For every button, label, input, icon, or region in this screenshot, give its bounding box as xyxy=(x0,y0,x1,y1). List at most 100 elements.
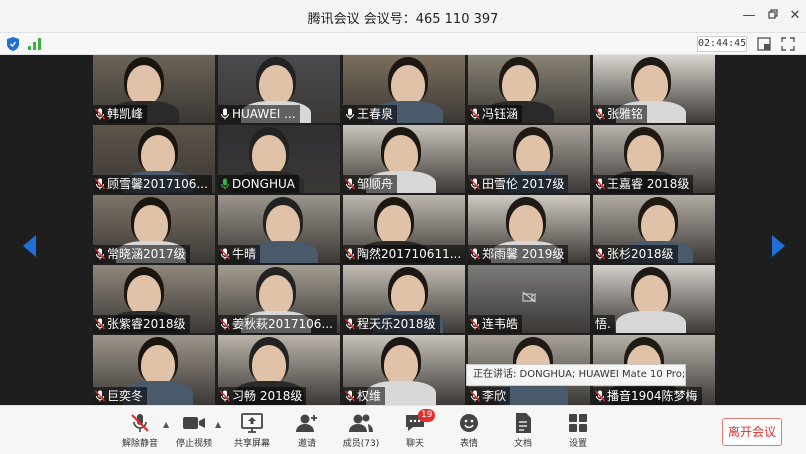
participant-tile[interactable]: 韩凯峰 xyxy=(93,55,215,123)
participant-label: 张杉2018级 xyxy=(593,245,678,263)
participant-tile[interactable]: HUAWEI ... xyxy=(218,55,340,123)
participant-tile[interactable]: 程天乐2018级 xyxy=(343,265,465,333)
close-button[interactable]: ✕ xyxy=(784,6,806,26)
participant-tile[interactable]: 张紫睿2018级 xyxy=(93,265,215,333)
meeting-timer: 02:44:45 xyxy=(697,36,747,52)
window-title: 腾讯会议 会议号：465 110 397 xyxy=(307,12,499,27)
members-icon xyxy=(349,414,373,432)
shield-icon[interactable] xyxy=(7,37,19,51)
person-face xyxy=(134,205,168,245)
participant-tile[interactable]: 顾雪馨2017106... xyxy=(93,125,215,193)
person-face xyxy=(509,205,543,245)
participant-name: 姜秋萩2017106... xyxy=(232,317,333,331)
document-icon xyxy=(516,413,531,433)
unmute-button[interactable]: 解除静音 xyxy=(115,412,165,454)
participant-name: 悟. xyxy=(595,317,611,331)
participant-label: 巨奕冬 xyxy=(93,387,148,405)
mic-muted-icon xyxy=(345,248,355,260)
person-face xyxy=(252,345,286,385)
participant-tile[interactable]: 陶然201710611... xyxy=(343,195,465,263)
person-face xyxy=(384,135,418,175)
person-face xyxy=(252,135,286,175)
mic-muted-icon xyxy=(470,178,480,190)
layout-icon[interactable] xyxy=(756,36,772,52)
settings-button[interactable]: 设置 xyxy=(553,412,603,454)
video-options-caret[interactable]: ▲ xyxy=(215,420,221,429)
participant-label: 田雪伦 2017级 xyxy=(468,175,569,193)
participant-tile[interactable]: 连韦皓 xyxy=(468,265,590,333)
person-face xyxy=(266,205,300,245)
participant-label: 习畅 2018级 xyxy=(218,387,307,405)
participant-label: 邹顺舟 xyxy=(343,175,398,193)
members-button[interactable]: 成员(73) xyxy=(336,412,386,454)
participant-label: 王春泉 xyxy=(343,105,398,123)
participant-tile[interactable]: 牛晴 xyxy=(218,195,340,263)
mic-muted-icon xyxy=(470,108,480,120)
invite-button[interactable]: 邀请 xyxy=(282,412,332,454)
participant-label: 冯钰涵 xyxy=(468,105,523,123)
participant-name: 巨奕冬 xyxy=(107,389,144,403)
docs-label: 文档 xyxy=(513,439,532,449)
person-face xyxy=(127,65,161,105)
person-face xyxy=(391,65,425,105)
person-face xyxy=(627,135,661,175)
participant-tile[interactable]: 冯钰涵 xyxy=(468,55,590,123)
members-label: 成员(73) xyxy=(342,439,380,449)
participant-name: 郑雨馨 2019级 xyxy=(482,247,565,261)
camera-off-icon xyxy=(522,291,536,303)
participant-tile[interactable]: 王嘉睿 2018级 xyxy=(593,125,715,193)
mic-muted-icon xyxy=(95,318,105,330)
participant-label: DONGHUA xyxy=(218,175,299,193)
participant-label: 常晓涵2017级 xyxy=(93,245,190,263)
fullscreen-icon[interactable] xyxy=(780,36,796,52)
minimize-button[interactable]: — xyxy=(738,6,760,26)
participant-name: 张雅铭 xyxy=(607,107,644,121)
mic-muted-icon xyxy=(595,248,605,260)
participant-tile[interactable]: 邹顺舟 xyxy=(343,125,465,193)
person-face xyxy=(634,275,668,315)
leave-meeting-button[interactable]: 离开会议 xyxy=(722,418,782,446)
participant-tile[interactable]: 常晓涵2017级 xyxy=(93,195,215,263)
participant-tile[interactable]: 田雪伦 2017级 xyxy=(468,125,590,193)
signal-icon[interactable] xyxy=(28,38,42,50)
participant-tile[interactable]: 张雅铭 xyxy=(593,55,715,123)
participant-name: 田雪伦 2017级 xyxy=(482,177,565,191)
docs-button[interactable]: 文档 xyxy=(498,412,548,454)
speaking-tooltip: 正在讲话: DONGHUA; HUAWEI Mate 10 Pro; xyxy=(466,364,686,386)
mic-muted-icon xyxy=(345,318,355,330)
mic-muted-icon xyxy=(95,390,105,402)
participant-label: 顾雪馨2017106... xyxy=(93,175,212,193)
participant-name: 权维 xyxy=(357,389,382,403)
participant-tile[interactable]: 姜秋萩2017106... xyxy=(218,265,340,333)
participant-tile[interactable]: 权维 xyxy=(343,335,465,405)
participant-name: 播音1904陈梦梅 xyxy=(607,389,698,403)
person-face xyxy=(502,65,536,105)
chat-badge: 19 xyxy=(418,409,436,422)
stop-video-button[interactable]: 停止视频 xyxy=(169,412,219,454)
participant-tile[interactable]: 巨奕冬 xyxy=(93,335,215,405)
participant-tile[interactable]: 王春泉 xyxy=(343,55,465,123)
participant-name: 邹顺舟 xyxy=(357,177,394,191)
prev-page-icon[interactable] xyxy=(23,235,37,257)
mic-muted-icon xyxy=(595,178,605,190)
mic-muted-icon xyxy=(470,248,480,260)
participant-tile[interactable]: DONGHUA xyxy=(218,125,340,193)
participant-name: 韩凯峰 xyxy=(107,107,144,121)
person-face xyxy=(127,275,161,315)
restore-button[interactable] xyxy=(762,6,784,26)
participant-name: 陶然201710611... xyxy=(357,247,462,261)
participant-label: 权维 xyxy=(343,387,386,405)
chat-button[interactable]: 19 聊天 xyxy=(390,409,440,454)
person-face xyxy=(634,65,668,105)
next-page-icon[interactable] xyxy=(771,235,785,257)
participant-tile[interactable]: 习畅 2018级 xyxy=(218,335,340,405)
mic-icon xyxy=(221,178,229,190)
reactions-button[interactable]: 表情 xyxy=(444,412,494,454)
mic-muted-icon xyxy=(131,414,149,432)
participant-tile[interactable]: 张杉2018级 xyxy=(593,195,715,263)
share-screen-button[interactable]: 共享屏幕 xyxy=(227,412,277,454)
participant-tile[interactable]: 郑雨馨 2019级 xyxy=(468,195,590,263)
participant-label: 程天乐2018级 xyxy=(343,315,440,333)
stop-video-label: 停止视频 xyxy=(175,439,212,449)
participant-tile[interactable]: 悟. xyxy=(593,265,715,333)
